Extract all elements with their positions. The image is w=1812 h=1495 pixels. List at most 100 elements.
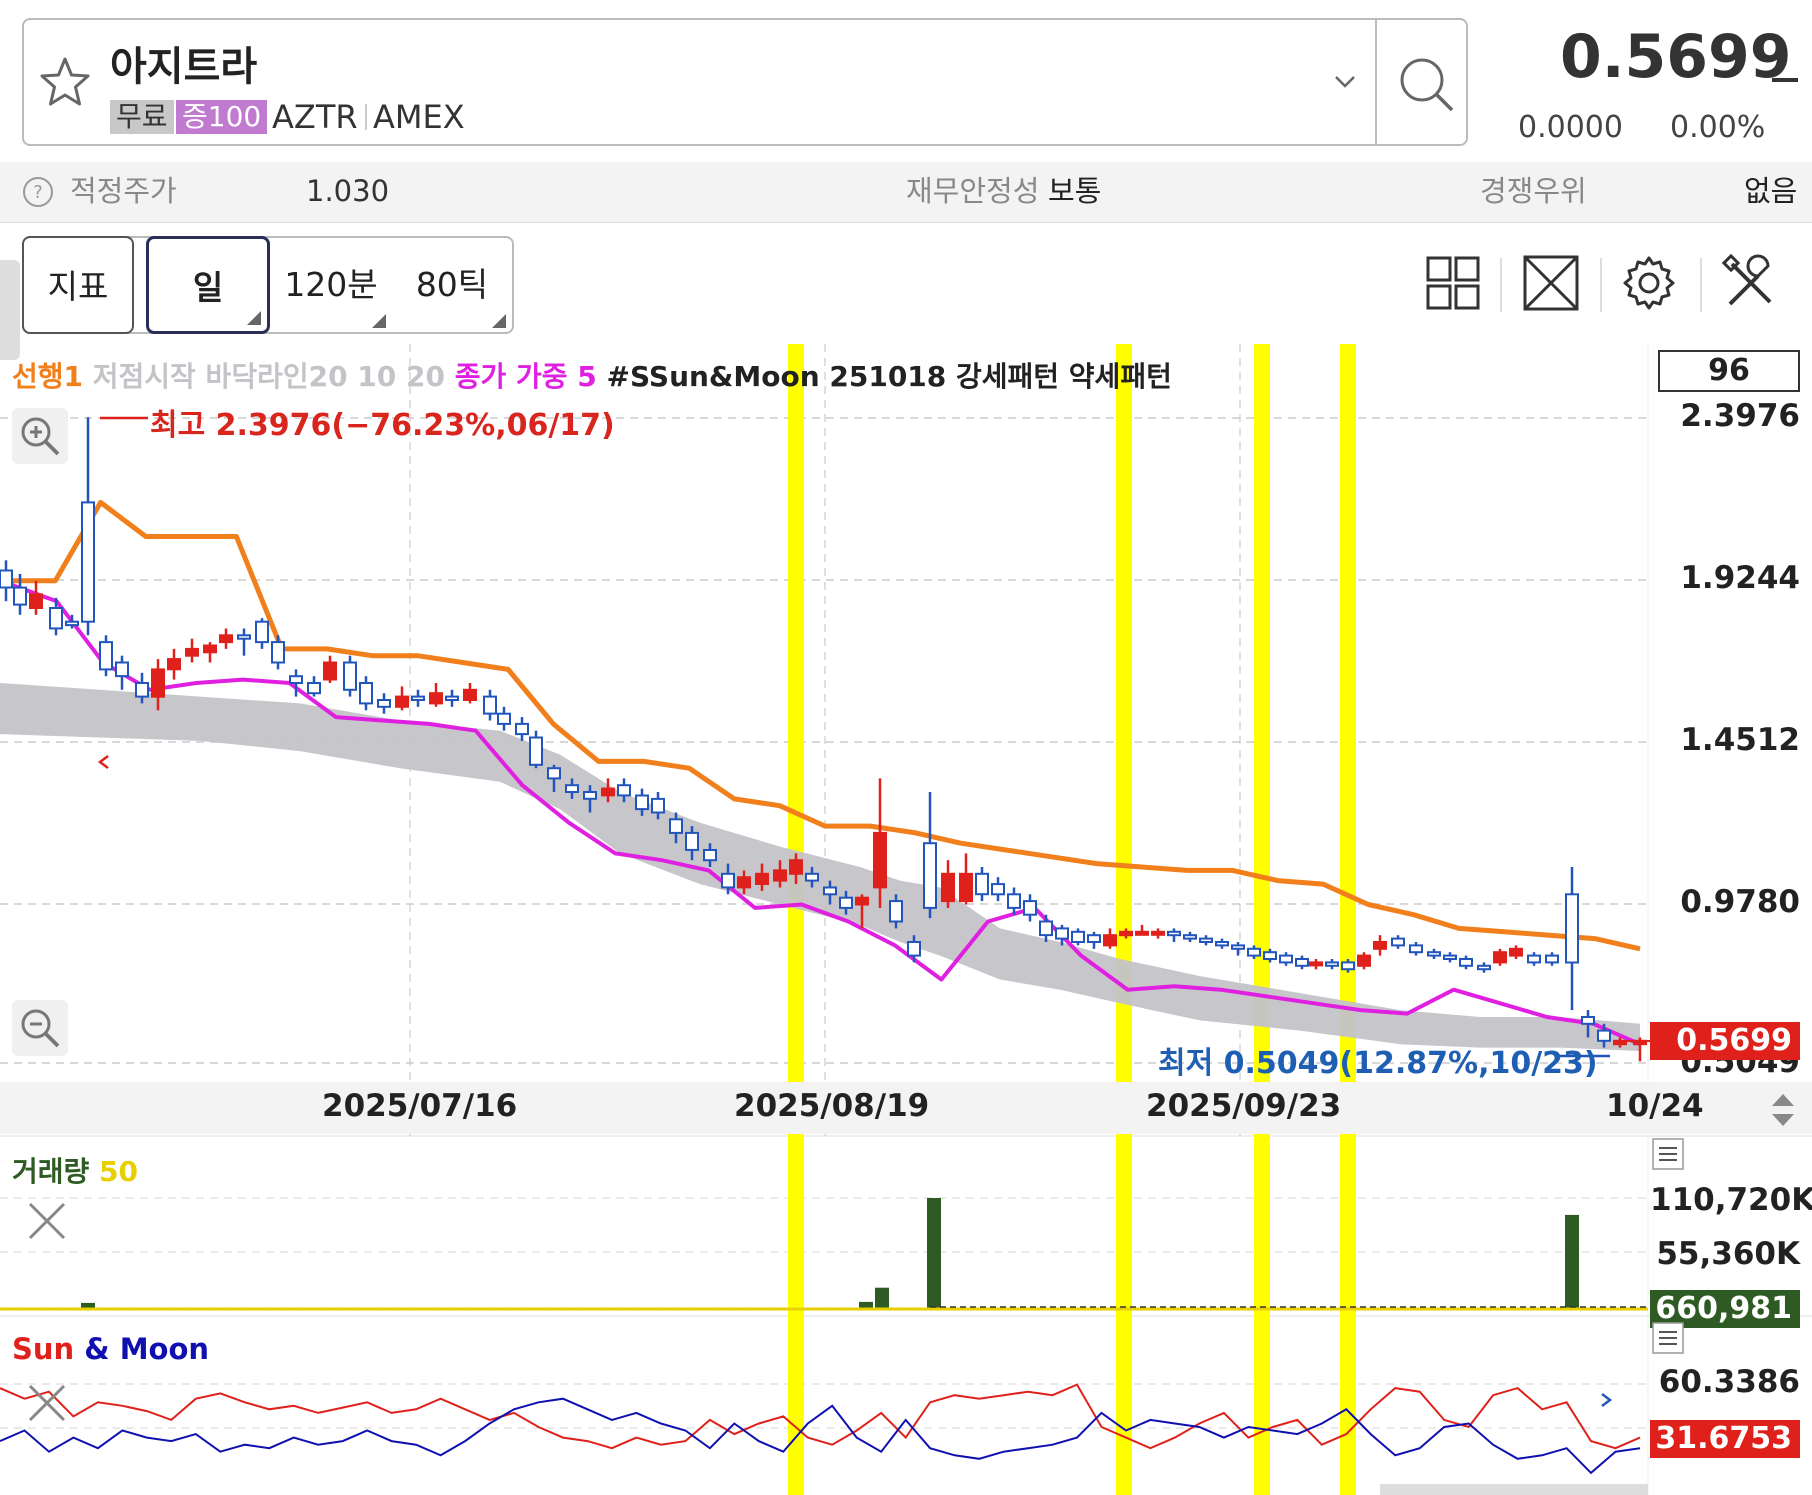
grid-layout-icon[interactable] [1424, 254, 1482, 312]
candle-body [1443, 954, 1457, 960]
candle-body [203, 644, 217, 654]
candle-body [1565, 893, 1579, 964]
volume-period: 50 [99, 1155, 138, 1188]
candle-body [737, 876, 751, 889]
low-arrow-head [1601, 1393, 1613, 1407]
candle-body [601, 787, 615, 797]
close-icon[interactable] [24, 1198, 70, 1244]
gear-icon[interactable] [1620, 254, 1678, 312]
candle-body [323, 661, 337, 681]
candle-body [99, 641, 113, 671]
candle-body [1409, 944, 1423, 954]
x-tick-label: 2025/09/23 [1146, 1088, 1342, 1124]
80-tick-button[interactable]: 80틱 [390, 236, 514, 334]
close-icon[interactable] [24, 1380, 70, 1426]
panel-menu-icon[interactable] [1652, 1322, 1684, 1354]
candle-body [1325, 961, 1339, 967]
y-tick-label: 0.9780 [1680, 884, 1800, 920]
candle-body [1231, 944, 1245, 950]
candle-body [1509, 947, 1523, 957]
indicator-button[interactable]: 지표 [22, 236, 134, 334]
daily-period-label: 일 [192, 268, 224, 307]
candle-body [889, 900, 903, 923]
chart-legend: 선행1 저점시작 바닥라인20 10 20 종가 가중 5 #SSun&Moon… [12, 360, 1172, 394]
tools-icon[interactable] [1722, 254, 1780, 312]
candle-body [13, 586, 27, 606]
toolbar-divider [1500, 258, 1502, 312]
pattern-highlight [788, 344, 804, 1495]
candle-body [1493, 951, 1507, 964]
120-minute-button[interactable]: 120분 [272, 236, 390, 334]
stock-name: 아지트라 [110, 44, 258, 90]
candle-body [703, 849, 717, 862]
candle-body [529, 736, 543, 766]
moon-line [0, 1397, 1641, 1475]
volume-y-tick: 110,720K [1650, 1182, 1812, 1218]
zoom-out-icon[interactable] [12, 1000, 68, 1056]
candle-body [395, 695, 409, 708]
candle-body [755, 872, 769, 885]
current-sun-moon-tag: 31.6753 [1650, 1420, 1800, 1458]
candle-body [1597, 1029, 1611, 1042]
candle-body [483, 695, 497, 715]
candle-body [721, 872, 735, 889]
120-minute-label: 120분 [284, 265, 378, 304]
candle-body [839, 896, 853, 909]
svg-text:?: ? [33, 182, 43, 203]
candle-body [151, 668, 165, 698]
pattern-highlight [1254, 344, 1270, 1495]
candle-body [855, 896, 869, 906]
fullscreen-icon[interactable] [1522, 254, 1580, 312]
candle-body [1007, 893, 1021, 909]
search-icon[interactable] [1392, 50, 1462, 120]
candle-body [255, 620, 269, 644]
candle-body [1427, 951, 1441, 957]
daily-period-button[interactable]: 일 [146, 236, 270, 334]
candle-body [923, 842, 937, 909]
x-tick-label: 10/24 [1606, 1088, 1704, 1124]
80-tick-label: 80틱 [415, 265, 489, 304]
candle-body [1055, 927, 1069, 940]
candle-body [237, 634, 251, 640]
support-band [0, 683, 1640, 1051]
candle-body [1039, 920, 1053, 937]
candle-body [1103, 934, 1117, 947]
ticker-separator [365, 104, 367, 130]
sun-line [0, 1383, 1641, 1450]
free-badge: 무료 [110, 100, 174, 134]
sun-label: Sun [12, 1332, 75, 1366]
toolbar-divider [1700, 258, 1702, 312]
price-chart[interactable] [0, 344, 1812, 1495]
unchanged-indicator [1772, 78, 1798, 82]
candle-body [1341, 961, 1355, 971]
sun-moon-y-tick: 60.3386 [1658, 1364, 1800, 1400]
scrollbar-track [1380, 1484, 1648, 1495]
candle-body [1357, 954, 1371, 967]
candle-body [167, 658, 181, 671]
moon-label: Moon [119, 1332, 210, 1366]
candle-body [49, 607, 63, 630]
search-divider [1375, 20, 1377, 144]
volume-y-tick: 55,360K [1656, 1236, 1800, 1272]
fair-price-label: 적정주가 [70, 174, 177, 208]
candle-body [135, 682, 149, 698]
candle-body [1199, 937, 1213, 943]
axis-scroll-icon[interactable] [1768, 1090, 1798, 1130]
candle-body [565, 784, 579, 794]
x-tick-label: 2025/07/16 [322, 1088, 518, 1124]
help-icon[interactable]: ? [22, 176, 54, 208]
chevron-down-icon[interactable] [1330, 66, 1360, 96]
candle-body [1309, 961, 1323, 967]
candle-body [1135, 930, 1149, 936]
candle-body [1183, 934, 1197, 940]
pattern-highlight [1116, 344, 1132, 1495]
zoom-in-icon[interactable] [12, 408, 68, 464]
star-icon[interactable] [36, 54, 94, 112]
panel-menu-icon[interactable] [1652, 1138, 1684, 1170]
candle-body [185, 647, 199, 657]
price-change-percent: 0.00% [1670, 110, 1766, 145]
candle-body [789, 859, 803, 875]
candle-body [1279, 954, 1293, 964]
y-tick-label: 1.4512 [1680, 722, 1800, 758]
candle-body [411, 695, 425, 702]
